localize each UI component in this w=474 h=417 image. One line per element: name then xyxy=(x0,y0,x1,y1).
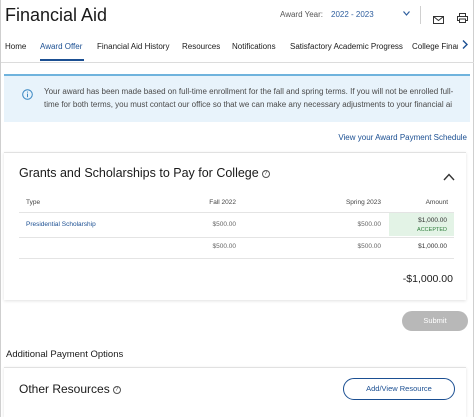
accepted-cell: $1,000.00 ACCEPTED xyxy=(389,213,454,236)
grants-total: -$1,000.00 xyxy=(402,273,453,285)
tab-bar-divider xyxy=(1,62,474,63)
notice-line-2: time for both terms, you must contact ou… xyxy=(44,100,453,109)
table-divider xyxy=(19,258,454,259)
column-header-amount: Amount xyxy=(425,199,448,206)
column-header-type: Type xyxy=(26,199,41,206)
chevron-up-icon[interactable] xyxy=(443,168,455,186)
header-divider xyxy=(420,6,421,24)
column-header-spring: Spring 2023 xyxy=(345,199,381,206)
other-resources-title-text: Other Resources xyxy=(19,382,110,396)
active-tab-indicator xyxy=(40,59,84,61)
other-resources-title: Other Resources? xyxy=(19,382,121,396)
submit-button[interactable]: Submit xyxy=(402,311,468,331)
help-icon[interactable]: ? xyxy=(261,169,270,178)
amount-subtotal: $1,000.00 xyxy=(418,243,447,250)
tab-home[interactable]: Home xyxy=(5,42,26,51)
enrollment-notice: Your award has been made based on full-t… xyxy=(4,74,470,122)
app-frame: Financial Aid Award Year: 2022 - 2023 Ho… xyxy=(0,0,474,417)
tab-financial-aid-history[interactable]: Financial Aid History xyxy=(97,42,169,51)
tab-college-financing[interactable]: College Financ xyxy=(412,42,458,51)
chevron-down-icon[interactable] xyxy=(403,9,410,18)
mail-icon[interactable] xyxy=(433,11,444,29)
spring-amount: $500.00 xyxy=(357,221,382,228)
fall-subtotal: $500.00 xyxy=(212,243,237,250)
spring-subtotal: $500.00 xyxy=(357,243,382,250)
additional-payment-options-heading: Additional Payment Options xyxy=(6,349,124,360)
tab-resources[interactable]: Resources xyxy=(182,42,220,51)
grants-title: Grants and Scholarships to Pay for Colle… xyxy=(19,166,270,180)
table-divider xyxy=(19,237,454,238)
award-name-link[interactable]: Presidential Scholarship xyxy=(26,221,96,228)
column-header-fall: Fall 2022 xyxy=(209,199,236,206)
tab-satisfactory-academic-progress[interactable]: Satisfactory Academic Progress xyxy=(290,42,403,51)
fall-amount: $500.00 xyxy=(212,221,237,228)
page-title: Financial Aid xyxy=(5,5,108,25)
notice-text: Your award has been made based on full-t… xyxy=(44,85,464,113)
tab-notifications[interactable]: Notifications xyxy=(232,42,276,51)
chevron-right-icon[interactable] xyxy=(462,40,468,52)
payment-schedule-link[interactable]: View your Award Payment Schedule xyxy=(338,133,467,142)
grants-title-text: Grants and Scholarships to Pay for Colle… xyxy=(19,166,259,180)
other-resources-card: Other Resources? Add/View Resource xyxy=(4,367,466,417)
total-award-amount: $1,000.00 xyxy=(418,217,447,224)
grants-scholarships-card: Grants and Scholarships to Pay for Colle… xyxy=(4,152,466,300)
print-icon[interactable] xyxy=(457,10,468,28)
help-icon[interactable]: ? xyxy=(112,385,121,394)
award-year-select[interactable]: 2022 - 2023 xyxy=(331,10,374,19)
notice-line-1: Your award has been made based on full-t… xyxy=(44,87,454,96)
app-header: Financial Aid Award Year: 2022 - 2023 xyxy=(1,0,474,32)
tab-award-offer[interactable]: Award Offer xyxy=(40,42,82,51)
award-year-label: Award Year: xyxy=(280,10,323,19)
status-badge: ACCEPTED xyxy=(417,227,447,233)
info-icon xyxy=(22,87,33,105)
add-view-resource-button[interactable]: Add/View Resource xyxy=(343,378,455,400)
